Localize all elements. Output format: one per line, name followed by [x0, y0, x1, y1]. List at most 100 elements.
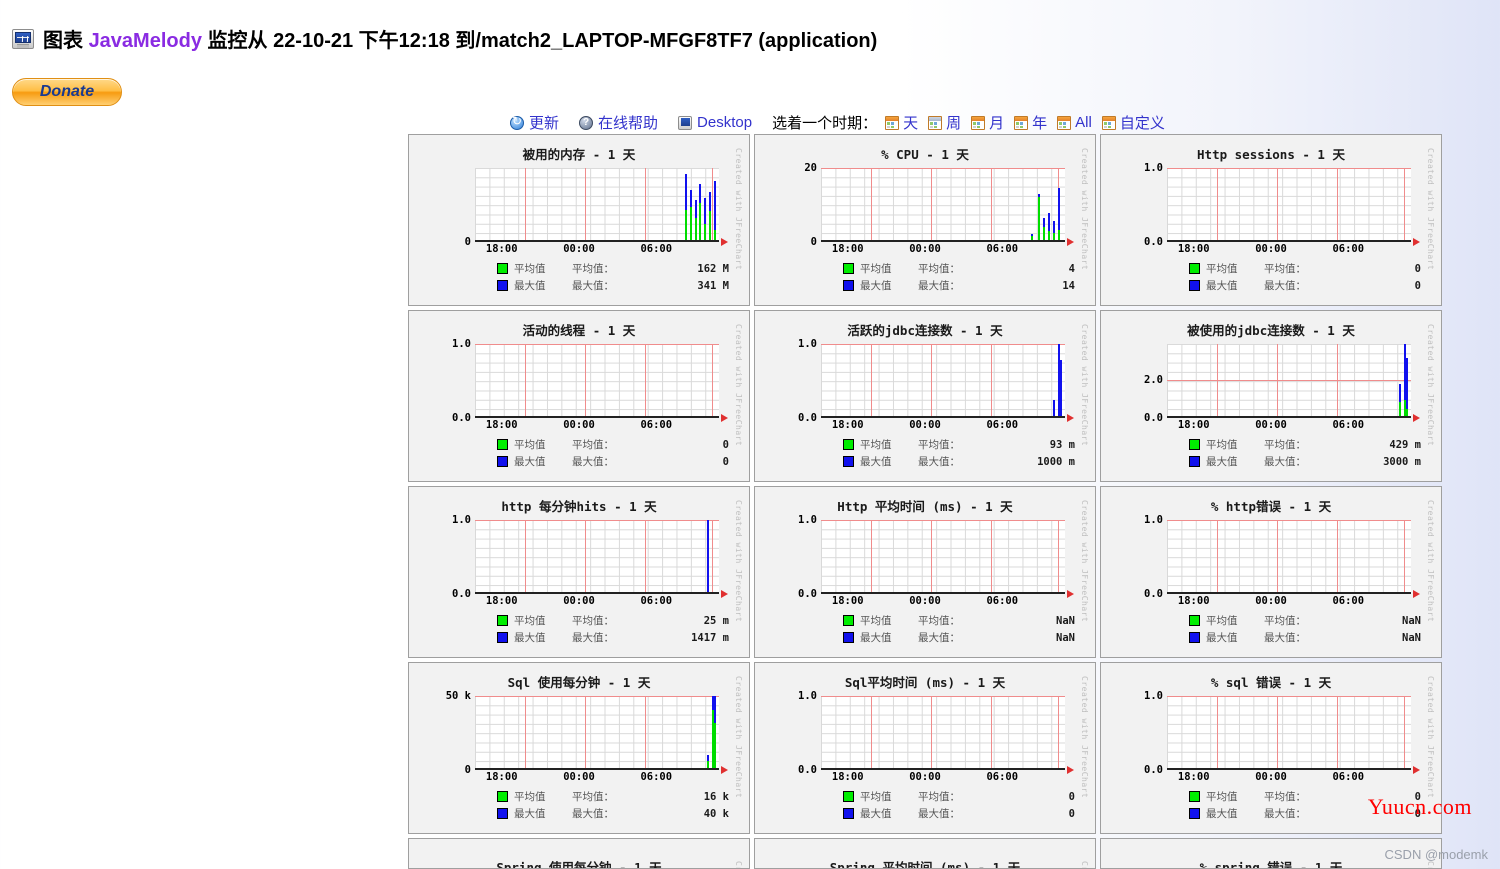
x-axis-tick: 18:00: [1178, 595, 1210, 607]
period-month-link[interactable]: 月: [971, 112, 1004, 133]
legend-series-name: 最大值: [860, 454, 912, 469]
toolbar: 更新 在线帮助 Desktop 选着一个时期： 天 周 月 年 Al: [510, 112, 1175, 133]
chart-panel[interactable]: Spring 使用每分钟 - 1 天Created with JFreeChar…: [408, 838, 750, 869]
legend-row: 平均值平均值：93 m: [843, 436, 1075, 453]
bar-avg: [1053, 233, 1055, 240]
bar-avg: [685, 210, 687, 240]
x-axis: 18:0000:0006:00: [757, 771, 1093, 786]
bar-avg: [690, 207, 692, 240]
x-axis-tick: 00:00: [909, 771, 941, 783]
period-all-link[interactable]: All: [1057, 114, 1092, 131]
legend-stat-key: 最大值：: [1264, 630, 1355, 645]
legend-row: 最大值最大值：0: [1189, 277, 1421, 294]
x-axis-tick: 00:00: [1255, 419, 1287, 431]
desktop-link[interactable]: Desktop: [678, 114, 752, 131]
chart-panel[interactable]: Spring 平均时间 (ms) - 1 天Created with JFree…: [754, 838, 1096, 869]
plot-area: 1.00.0: [1103, 520, 1439, 594]
legend-stat-value: NaN: [1361, 632, 1421, 644]
legend-stat-key: 平均值：: [918, 613, 1009, 628]
chart-panel[interactable]: % http错误 - 1 天1.00.018:0000:0006:00平均值平均…: [1100, 486, 1442, 658]
chart-panel[interactable]: Sql平均时间 (ms) - 1 天1.00.018:0000:0006:00平…: [754, 662, 1096, 834]
x-axis: 18:0000:0006:00: [757, 419, 1093, 434]
x-axis-tick: 00:00: [563, 419, 595, 431]
x-axis: 18:0000:0006:00: [1103, 419, 1439, 434]
legend-swatch-avg: [497, 791, 508, 802]
legend-series-name: 平均值: [514, 613, 566, 628]
chart-title: Spring 平均时间 (ms) - 1 天: [757, 857, 1093, 869]
plot-canvas: [475, 168, 719, 242]
legend-stat-key: 最大值：: [918, 630, 1009, 645]
legend-row: 最大值最大值：NaN: [1189, 629, 1421, 646]
chart-panel[interactable]: Http sessions - 1 天1.00.018:0000:0006:00…: [1100, 134, 1442, 306]
legend-swatch-max: [843, 632, 854, 643]
legend-stat-key: 平均值：: [572, 261, 663, 276]
page-title-suffix: 监控从 22-10-21 下午12:18 到/match2_LAPTOP-MFG…: [202, 30, 877, 52]
x-axis-tick: 06:00: [1332, 771, 1364, 783]
chart-panel[interactable]: 被用的内存 - 1 天018:0000:0006:00平均值平均值：162 M最…: [408, 134, 750, 306]
jfreechart-watermark: Created with JFreeChart: [733, 148, 743, 304]
legend-stat-key: 平均值：: [918, 261, 1009, 276]
legend-row: 平均值平均值：25 m: [497, 612, 729, 629]
period-year-link[interactable]: 年: [1014, 112, 1047, 133]
bar-max: [1060, 360, 1062, 416]
bar-max: [1406, 358, 1408, 416]
chart-panel[interactable]: 活跃的jdbc连接数 - 1 天1.00.018:0000:0006:00平均值…: [754, 310, 1096, 482]
legend-stat-key: 最大值：: [572, 630, 663, 645]
calendar-week-icon: [928, 116, 942, 130]
chart-panel[interactable]: % CPU - 1 天20018:0000:0006:00平均值平均值：4最大值…: [754, 134, 1096, 306]
legend-stat-key: 平均值：: [918, 789, 1009, 804]
legend-series-name: 平均值: [514, 437, 566, 452]
bar-avg: [1043, 227, 1045, 240]
plot-canvas: [821, 168, 1065, 242]
bar-avg: [1399, 402, 1401, 416]
y-axis-tick: 1.0: [759, 338, 817, 350]
donate-button[interactable]: Donate: [12, 78, 122, 106]
online-help-link[interactable]: 在线帮助: [579, 112, 658, 133]
bar-series: [821, 696, 1065, 768]
plot-area: 1.00.0: [411, 344, 747, 418]
plot-area: 1.00.0: [757, 344, 1093, 418]
bar-series: [1167, 520, 1411, 592]
legend-row: 平均值平均值：NaN: [843, 612, 1075, 629]
plot-area: 1.00.0: [1103, 168, 1439, 242]
chart-grid: 被用的内存 - 1 天018:0000:0006:00平均值平均值：162 M最…: [408, 134, 1444, 869]
chart-legend: 平均值平均值：NaN最大值最大值：NaN: [757, 612, 1093, 646]
jfreechart-watermark: Created with JFreeChart: [1079, 861, 1089, 869]
chart-panel[interactable]: Sql 使用每分钟 - 1 天50 k018:0000:0006:00平均值平均…: [408, 662, 750, 834]
legend-stat-value: 4: [1015, 263, 1075, 275]
jfreechart-watermark: Created with JFreeChart: [1079, 324, 1089, 480]
legend-stat-value: 0: [1015, 791, 1075, 803]
legend-stat-value: 0: [1015, 808, 1075, 820]
legend-series-name: 平均值: [860, 261, 912, 276]
chart-panel[interactable]: Http 平均时间 (ms) - 1 天1.00.018:0000:0006:0…: [754, 486, 1096, 658]
period-week-link[interactable]: 周: [928, 112, 961, 133]
bar-avg: [695, 218, 697, 240]
chart-panel[interactable]: 活动的线程 - 1 天1.00.018:0000:0006:00平均值平均值：0…: [408, 310, 750, 482]
legend-swatch-avg: [843, 439, 854, 450]
period-custom-link[interactable]: 自定义: [1102, 112, 1165, 133]
legend-stat-value: 429 m: [1361, 439, 1421, 451]
plot-area: 1.00.0: [1103, 696, 1439, 770]
chart-legend: 平均值平均值：NaN最大值最大值：NaN: [1103, 612, 1439, 646]
legend-stat-key: 平均值：: [918, 437, 1009, 452]
refresh-link[interactable]: 更新: [510, 112, 559, 133]
bar-series: [475, 344, 719, 416]
legend-swatch-avg: [843, 791, 854, 802]
bar-series: [1167, 168, 1411, 240]
legend-swatch-avg: [1189, 791, 1200, 802]
bar-avg: [1048, 231, 1050, 240]
legend-series-name: 平均值: [1206, 613, 1258, 628]
y-axis-tick: 1.0: [759, 690, 817, 702]
chart-panel[interactable]: 被使用的jdbc连接数 - 1 天2.00.018:0000:0006:00平均…: [1100, 310, 1442, 482]
chart-panel[interactable]: http 每分钟hits - 1 天1.00.018:0000:0006:00平…: [408, 486, 750, 658]
period-day-link[interactable]: 天: [885, 112, 918, 133]
x-axis-tick: 18:00: [1178, 771, 1210, 783]
calendar-year-icon: [1014, 116, 1028, 130]
legend-stat-key: 最大值：: [918, 454, 1009, 469]
legend-stat-value: NaN: [1361, 615, 1421, 627]
yuucn-watermark: Yuucn.com: [1368, 794, 1472, 820]
legend-swatch-max: [1189, 456, 1200, 467]
plot-canvas: [1167, 344, 1411, 418]
period-day-label: 天: [903, 112, 918, 133]
legend-series-name: 最大值: [860, 278, 912, 293]
